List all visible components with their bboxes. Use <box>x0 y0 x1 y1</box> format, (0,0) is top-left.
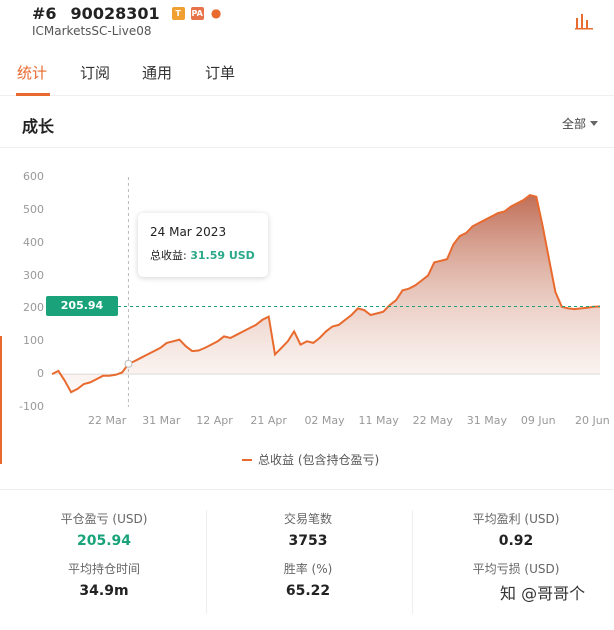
range-label: 全部 <box>562 117 587 131</box>
watermark: 知 @哥哥个 <box>500 584 586 603</box>
section-title: 成长 <box>22 117 55 136</box>
chart-tooltip: 24 Mar 2023 总收益: 31.59 USD <box>138 213 268 277</box>
stat-label: 平仓盈亏 (USD) <box>60 512 148 526</box>
x-tick-label: 02 May <box>304 414 345 427</box>
y-tick-label: -100 <box>19 400 44 413</box>
x-tick-label: 22 Mar <box>88 414 127 427</box>
stat-label: 交易笔数 <box>283 512 332 526</box>
x-tick-label: 22 May <box>412 414 453 427</box>
stat-value: 205.94 <box>76 533 132 549</box>
y-tick-label: 600 <box>23 170 44 183</box>
x-tick-label: 31 May <box>466 414 508 427</box>
chart-legend[interactable]: 总收益 (包含持仓盈亏) <box>242 451 379 468</box>
stat-closed-pnl: 平仓盈亏 (USD) 205.94 <box>14 510 194 549</box>
y-tick-label: 0 <box>37 367 44 381</box>
rank-label: #6 <box>32 4 57 23</box>
stat-win-rate: 胜率 (%) 65.22 <box>218 560 398 599</box>
x-tick-label: 11 May <box>358 414 399 427</box>
stat-label: 平均盈利 (USD) <box>472 512 560 526</box>
stat-label: 平均亏损 (USD) <box>472 562 560 576</box>
y-tick-label: 300 <box>23 268 44 282</box>
tooltip-date: 24 Mar 2023 <box>150 225 227 239</box>
y-tick-label: 500 <box>23 202 44 216</box>
stat-trade-count: 交易笔数 3753 <box>218 510 398 549</box>
y-tick-label: 200 <box>23 301 44 315</box>
stat-avg-profit: 平均盈利 (USD) 0.92 <box>426 510 606 549</box>
tooltip-value: 31.59 USD <box>190 249 255 262</box>
tooltip-row: 总收益: 31.59 USD <box>150 247 256 263</box>
stats-grid: 平仓盈亏 (USD) 205.94 交易笔数 3753 平均盈利 (USD) 0… <box>0 489 614 630</box>
highlight-point <box>124 359 133 368</box>
bar-chart-icon[interactable] <box>574 10 594 30</box>
tooltip-label: 总收益: <box>150 249 191 262</box>
tag-t-icon: T <box>171 7 185 20</box>
reference-value-label: 205.94 USD <box>46 296 118 332</box>
growth-section-header: 成长 全部 <box>0 96 614 148</box>
tab-stats[interactable]: 统计 <box>17 62 47 83</box>
caret-down-icon <box>590 121 599 126</box>
tab-general[interactable]: 通用 <box>142 62 172 83</box>
stat-value: 3753 <box>288 533 328 549</box>
tag-pa-icon: PA <box>190 7 204 20</box>
legend-label: 总收益 (包含持仓盈亏) <box>258 453 380 467</box>
range-dropdown[interactable]: 全部 <box>562 115 599 132</box>
growth-chart[interactable]: 600 500 400 300 200 100 0 -100 22 Mar 31 Mar 12 A… <box>0 149 614 489</box>
account-id: 90028301 <box>70 4 160 23</box>
stat-avg-hold-time: 平均持仓时间 34.9m <box>14 560 194 599</box>
account-title-line: #6 90028301 T PA ● <box>32 4 223 23</box>
x-tick-label: 09 Jun <box>520 414 556 427</box>
left-accent-bar <box>0 336 2 464</box>
x-tick-label: 21 Apr <box>250 414 287 427</box>
y-tick-label: 400 <box>23 235 44 249</box>
stat-value: 34.9m <box>79 583 129 599</box>
stat-label: 平均持仓时间 <box>67 562 140 576</box>
tab-bar: 统计 订阅 通用 订单 <box>0 46 614 96</box>
stat-value: 0.92 <box>498 533 534 549</box>
y-tick-label: 100 <box>23 334 44 348</box>
x-tick-label: 31 Mar <box>142 414 181 427</box>
legend-swatch <box>242 458 252 461</box>
divider <box>412 510 413 614</box>
divider <box>206 510 207 614</box>
stat-label: 胜率 (%) <box>283 562 333 576</box>
x-tick-label: 20 Jun <box>575 414 610 427</box>
account-header: #6 90028301 T PA ● ICMarketsSC-Live08 <box>0 0 614 46</box>
server-name: ICMarketsSC-Live08 <box>32 24 152 38</box>
tab-subscribe[interactable]: 订阅 <box>80 62 110 83</box>
tab-orders[interactable]: 订单 <box>205 62 235 83</box>
x-tick-label: 12 Apr <box>196 414 233 427</box>
fire-icon: ● <box>210 6 222 20</box>
stat-value: 65.22 <box>285 583 331 599</box>
series-area <box>52 195 600 393</box>
